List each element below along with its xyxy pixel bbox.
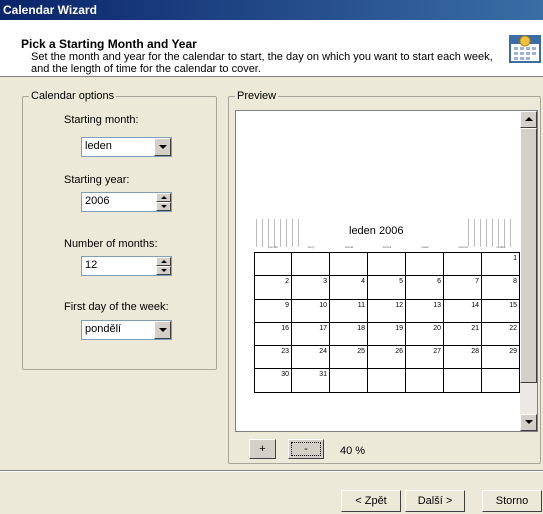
- scroll-up-icon[interactable]: [520, 111, 537, 128]
- calendar-day-cell: 16: [254, 322, 292, 347]
- calendar-day-cell: 6: [406, 276, 444, 300]
- calendar-day-cell: 19: [368, 322, 406, 347]
- calendar-day-cell: [368, 253, 406, 277]
- calendar-day-cell: 23: [254, 346, 292, 370]
- calendar-day-cell: 1: [482, 253, 520, 277]
- calendar-day-cell: 2: [254, 276, 292, 300]
- number-of-months-label: Number of months:: [64, 238, 158, 250]
- zoom-in-button[interactable]: +: [249, 439, 276, 459]
- day-name: pondělí: [268, 245, 278, 249]
- day-name: středa: [344, 245, 354, 249]
- first-day-select[interactable]: pondělí: [81, 320, 172, 340]
- calendar-day-cell: [406, 253, 444, 277]
- calendar-day-cell: 4: [330, 276, 368, 300]
- calendar-day-cell: 30: [254, 369, 292, 393]
- number-of-months-stepper[interactable]: 12: [81, 256, 172, 276]
- spin-down-icon[interactable]: [156, 266, 171, 275]
- calendar-day-cell: 20: [406, 322, 444, 347]
- calendar-day-cell: [406, 369, 444, 393]
- calendar-day-cell: 25: [330, 346, 368, 370]
- calendar-day-cell: [254, 253, 292, 277]
- preview-legend: Preview: [235, 90, 279, 102]
- calendar-day-names: pondělí úterý středa čtvrtek pátek sobot…: [254, 245, 520, 253]
- scrollbar-thumb[interactable]: [520, 128, 537, 383]
- day-name: čtvrtek: [382, 245, 392, 249]
- calendar-day-cell: 14: [444, 299, 482, 323]
- calendar-day-cell: [292, 253, 330, 277]
- starting-year-value: 2006: [85, 195, 110, 207]
- chevron-down-icon[interactable]: [154, 321, 171, 339]
- wizard-header: Pick a Starting Month and Year Set the m…: [0, 20, 543, 77]
- calendar-preview-page: leden 2006 pondělí úterý středa čtvrtek …: [254, 217, 520, 393]
- page-title: Pick a Starting Month and Year: [21, 37, 197, 51]
- calendar-day-cell: 22: [482, 322, 520, 347]
- number-of-months-spin-buttons: [156, 257, 171, 275]
- calendar-day-cell: 7: [444, 276, 482, 300]
- number-of-months-value: 12: [85, 259, 98, 271]
- previous-month-mini-calendar: [256, 219, 304, 247]
- calendar-day-cell: 24: [292, 346, 330, 370]
- calendar-day-cell: 28: [444, 346, 482, 370]
- calendar-day-cell: [444, 253, 482, 277]
- next-month-mini-calendar: [468, 219, 516, 247]
- scroll-down-icon[interactable]: [520, 414, 537, 431]
- day-name: pátek: [421, 245, 429, 249]
- spin-down-icon[interactable]: [156, 202, 171, 211]
- preview-scrollbar[interactable]: [520, 111, 537, 431]
- calendar-day-cell: [368, 369, 406, 393]
- calendar-day-cell: 10: [292, 299, 330, 323]
- first-day-label: First day of the week:: [64, 301, 169, 313]
- calendar-day-cell: 12: [368, 299, 406, 323]
- calendar-day-cell: 26: [368, 346, 406, 370]
- calendar-options-legend: Calendar options: [29, 90, 117, 102]
- calendar-day-cell: 27: [406, 346, 444, 370]
- calendar-wizard-icon: [509, 35, 541, 63]
- day-name: neděle: [496, 245, 506, 249]
- starting-month-value: leden: [85, 140, 112, 152]
- cancel-button[interactable]: Storno: [482, 490, 542, 512]
- page-description: Set the month and year for the calendar …: [31, 51, 493, 75]
- spin-up-icon[interactable]: [156, 257, 171, 266]
- first-day-value: pondělí: [85, 323, 122, 335]
- calendar-day-cell: 21: [444, 322, 482, 347]
- calendar-day-cell: 31: [292, 369, 330, 393]
- calendar-day-cell: [330, 253, 368, 277]
- calendar-day-cell: 29: [482, 346, 520, 370]
- calendar-title: leden 2006: [349, 225, 404, 237]
- starting-month-select[interactable]: leden: [81, 137, 172, 157]
- calendar-day-cell: [444, 369, 482, 393]
- day-name: úterý: [307, 245, 315, 249]
- calendar-day-cell: 18: [330, 322, 368, 347]
- starting-year-stepper[interactable]: 2006: [81, 192, 172, 212]
- calendar-day-cell: 13: [406, 299, 444, 323]
- calendar-day-cell: 5: [368, 276, 406, 300]
- starting-year-label: Starting year:: [64, 174, 130, 186]
- calendar-day-cell: 3: [292, 276, 330, 300]
- calendar-grid: 1 2 3 4 5 6 7 8 9 10 11 12 13 14 15 16 17 18 19 20 21 22 23 24 2…: [254, 253, 520, 393]
- zoom-out-button[interactable]: -: [288, 439, 324, 459]
- starting-month-label: Starting month:: [64, 114, 139, 126]
- calendar-day-cell: 17: [292, 322, 330, 347]
- calendar-day-cell: 9: [254, 299, 292, 323]
- window-title: Calendar Wizard: [0, 0, 543, 20]
- back-button[interactable]: < Zpět: [341, 490, 401, 512]
- chevron-down-icon[interactable]: [154, 138, 171, 156]
- calendar-day-cell: 8: [482, 276, 520, 300]
- starting-year-spin-buttons: [156, 193, 171, 211]
- spin-up-icon[interactable]: [156, 193, 171, 202]
- day-name: sobota: [458, 245, 468, 249]
- calendar-day-cell: [482, 369, 520, 393]
- zoom-level: 40 %: [340, 445, 366, 457]
- calendar-day-cell: 11: [330, 299, 368, 323]
- next-button[interactable]: Další >: [405, 490, 465, 512]
- calendar-day-cell: 15: [482, 299, 520, 323]
- calendar-day-cell: [330, 369, 368, 393]
